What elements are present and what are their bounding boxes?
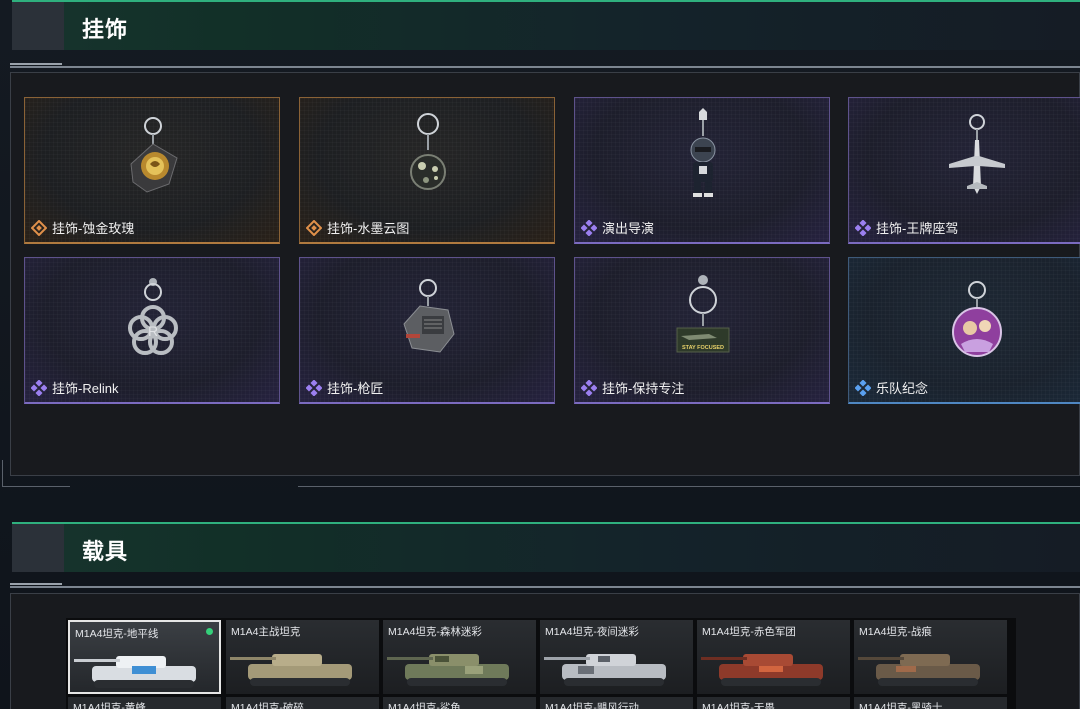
pendant-label: 演出导演 — [602, 221, 655, 236]
rarity-orange-icon — [31, 219, 47, 236]
vehicle-card-forest-camo[interactable]: M1A4坦克-森林迷彩 — [383, 620, 536, 694]
vehicle-label: M1A4坦克-破碎 — [231, 702, 304, 709]
vehicle-card-main-battle[interactable]: M1A4主战坦克 — [226, 620, 379, 694]
pendant-section-title: 挂饰 — [82, 17, 129, 42]
rarity-purple-icon — [855, 219, 871, 236]
vehicle-label: M1A4坦克-森林迷彩 — [388, 626, 482, 638]
director-figure-pendant-icon — [690, 108, 716, 197]
pendant-card-ace-ride[interactable]: 挂饰-王牌座驾 — [848, 97, 1080, 244]
band-badge-pendant-icon — [952, 281, 1002, 357]
rarity-purple-icon — [581, 379, 597, 396]
tank-forest-camo-icon — [387, 654, 509, 686]
vehicle-label: M1A4坦克-鲨鱼 — [388, 702, 461, 709]
relink-logo-pendant-icon: R — [128, 278, 178, 355]
vehicle-card-black-knight[interactable]: M1A4坦克-黑骑士 — [854, 697, 1007, 709]
tank-night-camo-icon — [544, 654, 666, 686]
rarity-purple-icon — [581, 219, 597, 236]
vehicle-card-hurricane-op[interactable]: M1A4坦克-飓风行动 — [540, 697, 693, 709]
pendant-label: 挂饰-水墨云图 — [327, 221, 410, 236]
pendant-label: 乐队纪念 — [876, 381, 929, 396]
vehicle-card-hornet[interactable]: M1A4坦克-黄蜂 — [68, 697, 221, 709]
vehicle-label: M1A4主战坦克 — [231, 626, 301, 638]
vehicle-label: M1A4坦克-夜间迷彩 — [545, 626, 639, 638]
vehicle-card-red-legion[interactable]: M1A4坦克-赤色军团 — [697, 620, 850, 694]
panel-frame-lines — [0, 460, 1080, 488]
vehicle-section-title: 载具 — [82, 539, 129, 564]
tank-horizon-icon — [74, 656, 196, 688]
vehicle-card-night-camo[interactable]: M1A4坦克-夜间迷彩 — [540, 620, 693, 694]
jet-plane-pendant-icon — [949, 114, 1005, 194]
vehicle-label: M1A4坦克-黄蜂 — [73, 702, 146, 709]
pendant-label: 挂饰-枪匠 — [327, 381, 384, 396]
rose-pendant-icon — [130, 117, 178, 193]
selected-indicator — [206, 628, 213, 635]
pendant-card-show-director[interactable]: 演出导演 — [574, 97, 830, 244]
stay-focused-tag-pendant-icon: STAY FOCUSED — [676, 275, 730, 353]
pendant-label: 挂饰-王牌座驾 — [876, 221, 959, 236]
pendant-card-gilded-rose[interactable]: 挂饰-蚀金玫瑰 — [24, 97, 280, 244]
tank-battle-scars-icon — [858, 654, 980, 686]
ink-cloud-pendant-icon — [410, 113, 446, 190]
pendant-card-gunsmith[interactable]: 挂饰-枪匠 — [299, 257, 555, 404]
vehicle-label: M1A4坦克-地平线 — [75, 628, 159, 640]
pendant-card-band-memorial[interactable]: 乐队纪念 — [848, 257, 1080, 404]
pendant-card-stay-focused[interactable]: STAY FOCUSED 挂饰-保持专注 — [574, 257, 830, 404]
vehicle-label: M1A4坦克-无畏 — [702, 702, 775, 709]
vehicle-card-fearless[interactable]: M1A4坦克-无畏 — [697, 697, 850, 709]
vehicle-card-shark[interactable]: M1A4坦克-鲨鱼 — [383, 697, 536, 709]
pendant-card-ink-cloud[interactable]: 挂饰-水墨云图 — [299, 97, 555, 244]
vehicle-card-horizon[interactable]: M1A4坦克-地平线 — [68, 620, 221, 694]
vehicle-section-divider — [10, 583, 1080, 588]
vehicle-label: M1A4坦克-黑骑士 — [859, 702, 943, 709]
tank-red-legion-icon — [701, 654, 823, 686]
rarity-orange-icon — [306, 219, 322, 236]
pendant-label: 挂饰-Relink — [52, 381, 119, 396]
rarity-blue-icon — [855, 379, 871, 396]
pendant-section-divider — [10, 63, 1080, 68]
vehicle-card-battle-scars[interactable]: M1A4坦克-战痕 — [854, 620, 1007, 694]
vehicle-label: M1A4坦克-赤色军团 — [702, 626, 796, 638]
pendant-section-header: 挂饰 — [12, 0, 1080, 50]
rarity-purple-icon — [31, 379, 47, 396]
vehicle-label: M1A4坦克-战痕 — [859, 626, 932, 638]
pendant-label: 挂饰-保持专注 — [602, 381, 685, 396]
svg-text:R: R — [148, 323, 158, 339]
pendant-card-relink[interactable]: R 挂饰-Relink — [24, 257, 280, 404]
vehicle-card-shattered[interactable]: M1A4坦克-破碎 — [226, 697, 379, 709]
stay-focused-badge: STAY FOCUSED — [682, 345, 724, 351]
pendant-label: 挂饰-蚀金玫瑰 — [52, 221, 135, 236]
vehicle-label: M1A4坦克-飓风行动 — [545, 702, 639, 709]
rarity-purple-icon — [306, 379, 322, 396]
vehicle-section-header: 载具 — [12, 522, 1080, 572]
tank-main-battle-icon — [230, 654, 352, 686]
gunsmith-pendant-icon — [403, 279, 455, 353]
